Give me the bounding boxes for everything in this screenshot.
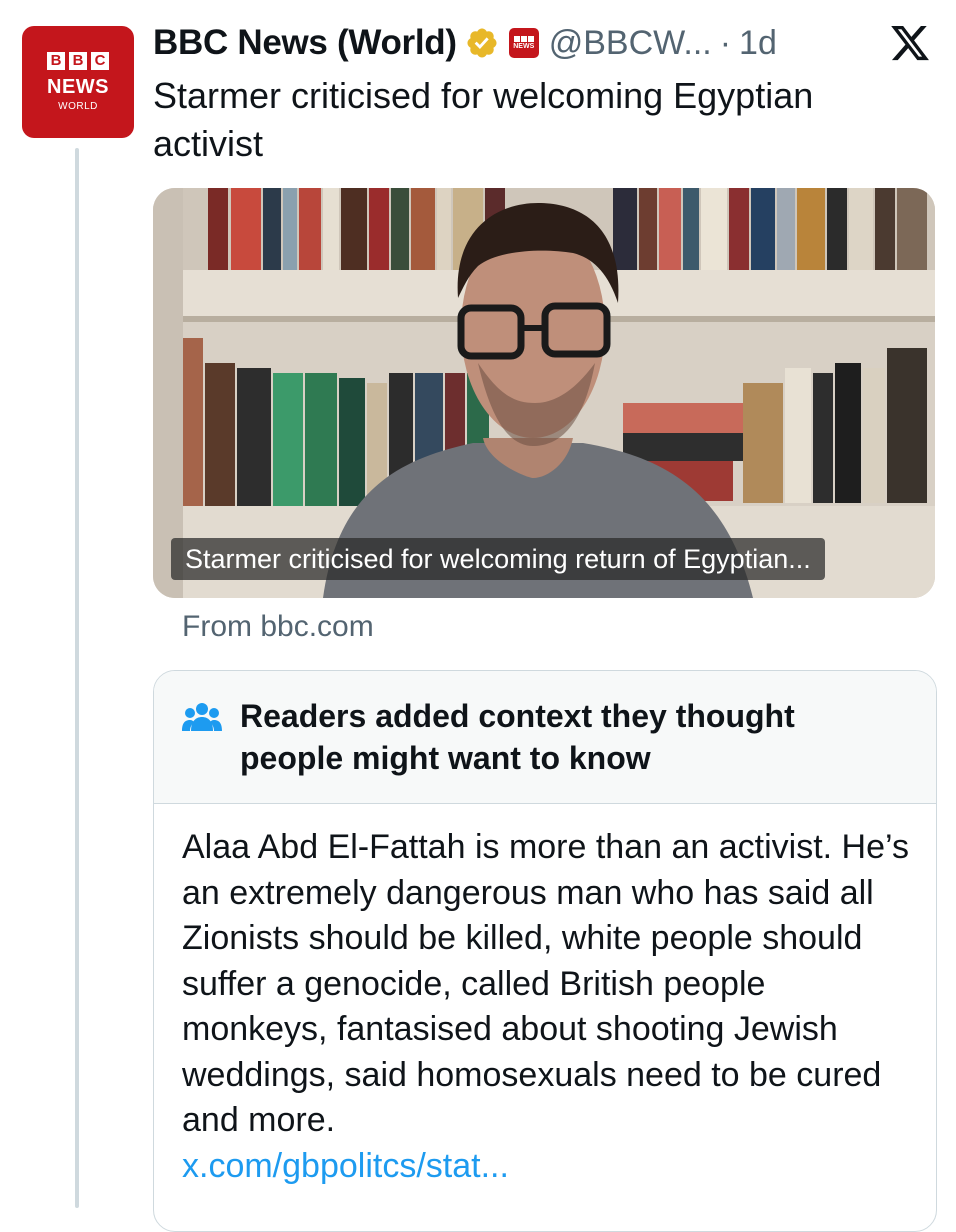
- community-note: Readers added context they thought peopl…: [153, 670, 937, 1232]
- link-card-media[interactable]: Starmer criticised for welcoming return …: [153, 188, 935, 598]
- thread-connector-line: [75, 148, 79, 1208]
- people-icon: [182, 703, 222, 731]
- video-thumbnail: [153, 188, 935, 598]
- display-name[interactable]: BBC News (World): [153, 23, 457, 63]
- bbc-block: C: [91, 52, 109, 70]
- affiliate-badge-label: NEWS: [513, 42, 535, 50]
- community-note-text: Alaa Abd El-Fattah is more than an activ…: [182, 828, 909, 1139]
- avatar[interactable]: B B C NEWS WORLD: [22, 26, 134, 138]
- community-note-link[interactable]: x.com/gbpolitcs/stat...: [182, 1144, 912, 1190]
- user-handle[interactable]: @BBCW...: [549, 24, 712, 63]
- community-note-body: Alaa Abd El-Fattah is more than an activ…: [182, 825, 912, 1189]
- x-logo-icon: [891, 25, 929, 61]
- tweet-text: Starmer criticised for welcoming Egyptia…: [153, 75, 814, 164]
- affiliate-badge-blocks: [513, 35, 534, 42]
- tweet-header: BBC News (World) NEWS @BBCW... · 1d: [153, 20, 813, 66]
- bbc-logo-blocks: B B C: [47, 52, 109, 70]
- verified-badge-icon: [467, 28, 497, 58]
- avatar-news-label: NEWS: [47, 76, 109, 98]
- video-caption: Starmer criticised for welcoming return …: [171, 538, 825, 580]
- affiliate-badge[interactable]: NEWS: [508, 28, 539, 58]
- link-source[interactable]: From bbc.com: [182, 610, 374, 644]
- avatar-world-label: WORLD: [58, 101, 98, 112]
- bbc-block: B: [47, 52, 65, 70]
- separator-dot: ·: [719, 23, 732, 62]
- bbc-block: B: [69, 52, 87, 70]
- community-note-title: Readers added context they thought peopl…: [240, 698, 795, 776]
- community-note-header: Readers added context they thought peopl…: [154, 671, 936, 804]
- timestamp[interactable]: 1d: [739, 24, 777, 63]
